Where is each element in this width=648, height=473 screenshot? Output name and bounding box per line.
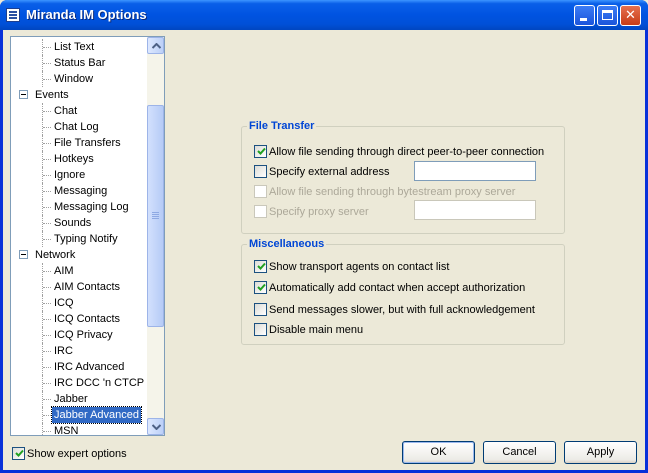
check-icon bbox=[257, 147, 266, 155]
proxy-server-label: Specify proxy server bbox=[269, 206, 369, 218]
external-address-input[interactable] bbox=[414, 161, 536, 181]
direct-p2p-checkbox[interactable] bbox=[254, 145, 267, 158]
file-transfer-group: File Transfer Allow file sending through… bbox=[241, 120, 565, 234]
tree-group-item[interactable]: Events bbox=[33, 87, 71, 103]
chevron-down-icon bbox=[152, 424, 161, 430]
tree-item[interactable]: Messaging Log bbox=[52, 199, 131, 215]
send-slower-checkbox[interactable] bbox=[254, 303, 267, 316]
tree-item[interactable]: ICQ Privacy bbox=[52, 327, 115, 343]
tree-item[interactable]: Typing Notify bbox=[52, 231, 120, 247]
disable-menu-label: Disable main menu bbox=[269, 324, 364, 336]
tree-item[interactable]: IRC Advanced bbox=[52, 359, 126, 375]
tree-item[interactable]: Chat Log bbox=[52, 119, 101, 135]
send-slower-label: Send messages slower, but with full ackn… bbox=[269, 304, 535, 316]
external-address-checkbox[interactable] bbox=[254, 165, 267, 178]
auto-add-checkbox[interactable] bbox=[254, 281, 267, 294]
tree-item[interactable]: Window bbox=[52, 71, 95, 87]
tree-item[interactable]: Hotkeys bbox=[52, 151, 96, 167]
app-options-icon bbox=[6, 8, 20, 22]
title-bar[interactable]: Miranda IM Options ✕ bbox=[0, 0, 648, 30]
expert-options-label: Show expert options bbox=[27, 448, 127, 460]
tree-item[interactable]: Ignore bbox=[52, 167, 87, 183]
cancel-button[interactable]: Cancel bbox=[483, 441, 556, 464]
proxy-server-input bbox=[414, 200, 536, 220]
external-address-label: Specify external address bbox=[269, 166, 390, 178]
bytestream-proxy-checkbox bbox=[254, 185, 267, 198]
dialog-body: List Text Status Bar Window Events Chat Chat … bbox=[3, 30, 645, 470]
maximize-button[interactable] bbox=[597, 5, 618, 26]
collapse-icon[interactable] bbox=[19, 250, 28, 259]
chevron-up-icon bbox=[152, 43, 161, 49]
tree-group-item[interactable]: Network bbox=[33, 247, 77, 263]
show-transports-checkbox[interactable] bbox=[254, 260, 267, 273]
maximize-icon bbox=[602, 10, 613, 20]
ok-button[interactable]: OK bbox=[402, 441, 475, 464]
auto-add-label: Automatically add contact when accept au… bbox=[269, 282, 526, 294]
check-icon bbox=[257, 262, 266, 270]
tree-item-selected[interactable]: Jabber Advanced bbox=[50, 406, 143, 424]
minimize-button[interactable] bbox=[574, 5, 595, 26]
close-icon: ✕ bbox=[625, 8, 636, 23]
tree-item[interactable]: Status Bar bbox=[52, 55, 107, 71]
misc-group: Miscellaneous Show transport agents on c… bbox=[241, 238, 565, 345]
options-tree[interactable]: List Text Status Bar Window Events Chat Chat … bbox=[10, 36, 165, 436]
scroll-up-button[interactable] bbox=[147, 37, 164, 54]
scroll-thumb[interactable] bbox=[147, 105, 164, 327]
tree-item[interactable]: Jabber bbox=[52, 391, 90, 407]
close-button[interactable]: ✕ bbox=[620, 5, 641, 26]
misc-title: Miscellaneous bbox=[247, 238, 327, 250]
disable-menu-checkbox[interactable] bbox=[254, 323, 267, 336]
window-title: Miranda IM Options bbox=[26, 7, 147, 22]
expert-options-checkbox[interactable] bbox=[12, 447, 25, 460]
tree-item[interactable]: IRC bbox=[52, 343, 75, 359]
tree-item[interactable]: Sounds bbox=[52, 215, 93, 231]
tree-item[interactable]: MSN bbox=[52, 423, 80, 435]
bytestream-proxy-label: Allow file sending through bytestream pr… bbox=[269, 186, 516, 198]
tree-item[interactable]: List Text bbox=[52, 39, 96, 55]
tree-item[interactable]: IRC DCC 'n CTCP bbox=[52, 375, 146, 391]
tree-scrollbar[interactable] bbox=[147, 37, 164, 435]
direct-p2p-label: Allow file sending through direct peer-t… bbox=[269, 146, 545, 158]
minimize-icon bbox=[580, 18, 587, 21]
tree-item[interactable]: ICQ bbox=[52, 295, 76, 311]
proxy-server-checkbox bbox=[254, 205, 267, 218]
tree-item[interactable]: Chat bbox=[52, 103, 79, 119]
tree-item[interactable]: Messaging bbox=[52, 183, 109, 199]
tree-item[interactable]: AIM Contacts bbox=[52, 279, 122, 295]
apply-button[interactable]: Apply bbox=[564, 441, 637, 464]
scroll-down-button[interactable] bbox=[147, 418, 164, 435]
tree-item[interactable]: AIM bbox=[52, 263, 76, 279]
show-transports-label: Show transport agents on contact list bbox=[269, 261, 450, 273]
options-window: Miranda IM Options ✕ List Text Status Bar… bbox=[0, 0, 648, 473]
file-transfer-title: File Transfer bbox=[247, 120, 317, 132]
check-icon bbox=[257, 283, 266, 291]
tree-item[interactable]: ICQ Contacts bbox=[52, 311, 122, 327]
check-icon bbox=[15, 449, 24, 457]
collapse-icon[interactable] bbox=[19, 90, 28, 99]
tree-item[interactable]: File Transfers bbox=[52, 135, 123, 151]
